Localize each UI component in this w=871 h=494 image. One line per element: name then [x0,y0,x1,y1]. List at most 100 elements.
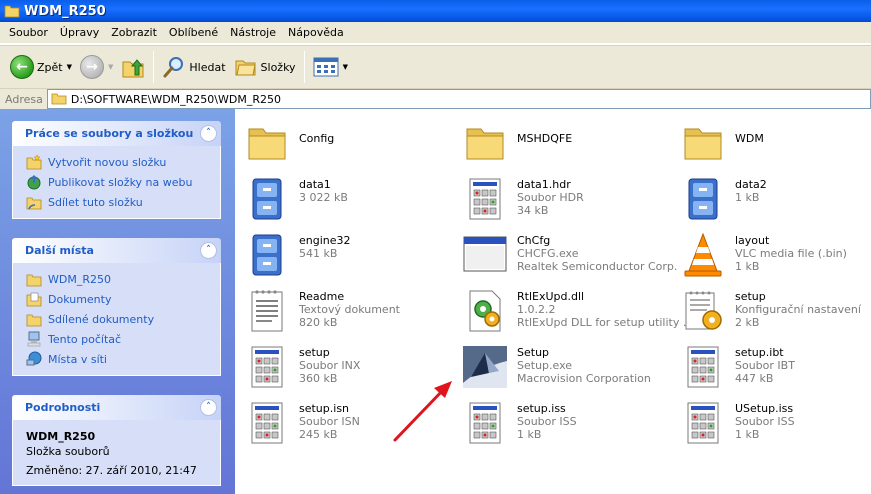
file-detail: 1 kB [735,260,760,273]
search-button[interactable]: Hledat [158,49,229,85]
file-item[interactable]: setup.iss Soubor ISS 1 kB [461,397,671,451]
file-name: setup [735,290,766,303]
menu-soubor[interactable]: Soubor [3,26,54,39]
file-item[interactable]: MSHDQFE [461,117,671,171]
place-shared-documents[interactable]: Sdílené dokumenty [26,309,220,329]
place-network[interactable]: Místa v síti [26,349,220,369]
file-detail: Soubor ISS [735,415,795,428]
file-detail: 360 kB [299,372,338,385]
file-detail: 245 kB [299,428,338,441]
toolbar: ← Zpět ▼ → ▼ Hledat Složky ▼ [0,45,871,89]
forward-dropdown-icon[interactable]: ▼ [108,63,113,71]
file-text: setup Konfigurační nastavení 2 kB [735,290,861,339]
file-item[interactable]: Readme Textový dokument 820 kB [243,285,453,339]
file-item[interactable]: data2 1 kB [679,173,871,227]
menu-oblibene[interactable]: Oblíbené [163,26,224,39]
place-label: Tento počítač [48,332,122,346]
file-detail: 447 kB [735,372,774,385]
up-folder-icon [122,59,144,78]
search-icon [163,57,184,78]
file-name: setup.iss [517,402,566,415]
file-name: data1.hdr [517,178,571,191]
folder-icon [461,119,509,167]
file-detail: Konfigurační nastavení [735,303,861,316]
file-detail: Soubor ISS [517,415,577,428]
file-item[interactable]: data1 3 022 kB [243,173,453,227]
file-detail: 541 kB [299,247,338,260]
file-item[interactable]: Config [243,117,453,171]
file-name: engine32 [299,234,351,247]
place-documents[interactable]: Dokumenty [26,289,220,309]
folder-icon [4,5,20,18]
file-detail: 3 022 kB [299,191,348,204]
file-item[interactable]: layout VLC media file (.bin) 1 kB [679,229,871,283]
task-share-folder[interactable]: Sdílet tuto složku [26,192,220,212]
window-title: WDM_R250 [24,3,106,19]
task-new-folder[interactable]: Vytvořit novou složku [26,152,220,172]
file-name: setup [299,346,330,359]
file-detail: 1 kB [735,191,760,204]
file-name: setup.ibt [735,346,784,359]
file-name: setup.isn [299,402,350,415]
task-label: Vytvořit novou složku [48,155,167,169]
file-detail: Soubor INX [299,359,361,372]
config-settings-icon [679,287,727,335]
place-label: Místa v síti [48,352,107,366]
folder-icon [679,119,727,167]
file-item[interactable]: setup Konfigurační nastavení 2 kB [679,285,871,339]
file-name: Config [299,132,335,145]
file-text: MSHDQFE [517,132,572,171]
file-text: setup Soubor INX 360 kB [299,346,360,395]
back-dropdown-icon[interactable]: ▼ [67,63,72,71]
file-detail: 1 kB [735,428,760,441]
details-header[interactable]: Podrobnosti ˄ [12,395,221,420]
file-item[interactable]: setup.ibt Soubor IBT 447 kB [679,341,871,395]
details-panel: Podrobnosti ˄ WDM_R250 Složka souborů Zm… [12,395,221,486]
address-input[interactable]: D:\SOFTWARE\WDM_R250\WDM_R250 [46,89,871,109]
forward-button[interactable]: → ▼ [76,49,117,85]
collapse-icon[interactable]: ˄ [200,399,217,416]
file-detail: Textový dokument [299,303,400,316]
file-item[interactable]: RtlExUpd.dll 1.0.2.2 RtlExUpd DLL for setu… [461,285,693,339]
up-folder-button[interactable] [117,49,149,85]
file-item[interactable]: engine32 541 kB [243,229,453,283]
collapse-icon[interactable]: ˄ [200,242,217,259]
vlc-cone-icon [679,231,727,279]
menu-zobrazit[interactable]: Zobrazit [105,26,163,39]
file-tasks-panel: Práce se soubory a složkou ˄ Vytvořit no… [12,121,221,219]
menu-nastroje[interactable]: Nástroje [224,26,282,39]
file-detail: RtlExUpd DLL for setup utility ... [517,316,694,329]
back-label: Zpět [37,60,63,74]
cabinet-icon [243,231,291,279]
details-body: WDM_R250 Složka souborů Změněno: 27. zář… [12,420,221,486]
views-dropdown-icon[interactable]: ▼ [343,63,348,71]
file-text: data2 1 kB [735,178,767,227]
folder-icon [26,274,42,287]
file-text: ChCfg CHCFG.exe Realtek Semiconductor Corp… [517,234,677,283]
place-my-computer[interactable]: Tento počítač [26,329,220,349]
file-detail: VLC media file (.bin) [735,247,847,260]
task-publish-web[interactable]: Publikovat složky na webu [26,172,220,192]
menu-bar: Soubor Úpravy Zobrazit Oblíbené Nástroje… [0,22,871,44]
file-detail: Soubor IBT [735,359,795,372]
file-item[interactable]: ChCfg CHCFG.exe Realtek Semiconductor Corp… [461,229,677,283]
other-places-header[interactable]: Další místa ˄ [12,238,221,263]
file-item[interactable]: USetup.iss Soubor ISS 1 kB [679,397,871,451]
menu-upravy[interactable]: Úpravy [54,26,105,39]
file-item[interactable]: data1.hdr Soubor HDR 34 kB [461,173,671,227]
file-item[interactable]: WDM [679,117,871,171]
folders-button[interactable]: Složky [230,49,300,85]
file-tasks-header[interactable]: Práce se soubory a složkou ˄ [12,121,221,146]
folders-icon [235,60,256,76]
address-label: Adresa [5,92,43,106]
back-button[interactable]: ← Zpět ▼ [6,49,76,85]
menu-napoveda[interactable]: Nápověda [282,26,350,39]
file-detail: 1.0.2.2 [517,303,556,316]
file-item[interactable]: Setup Setup.exe Macrovision Corporation [461,341,671,395]
place-wdm-r250[interactable]: WDM_R250 [26,269,220,289]
publish-web-icon [27,175,41,190]
collapse-icon[interactable]: ˄ [200,125,217,142]
file-detail: 820 kB [299,316,338,329]
file-detail: Macrovision Corporation [517,372,651,385]
views-button[interactable]: ▼ [309,49,352,85]
